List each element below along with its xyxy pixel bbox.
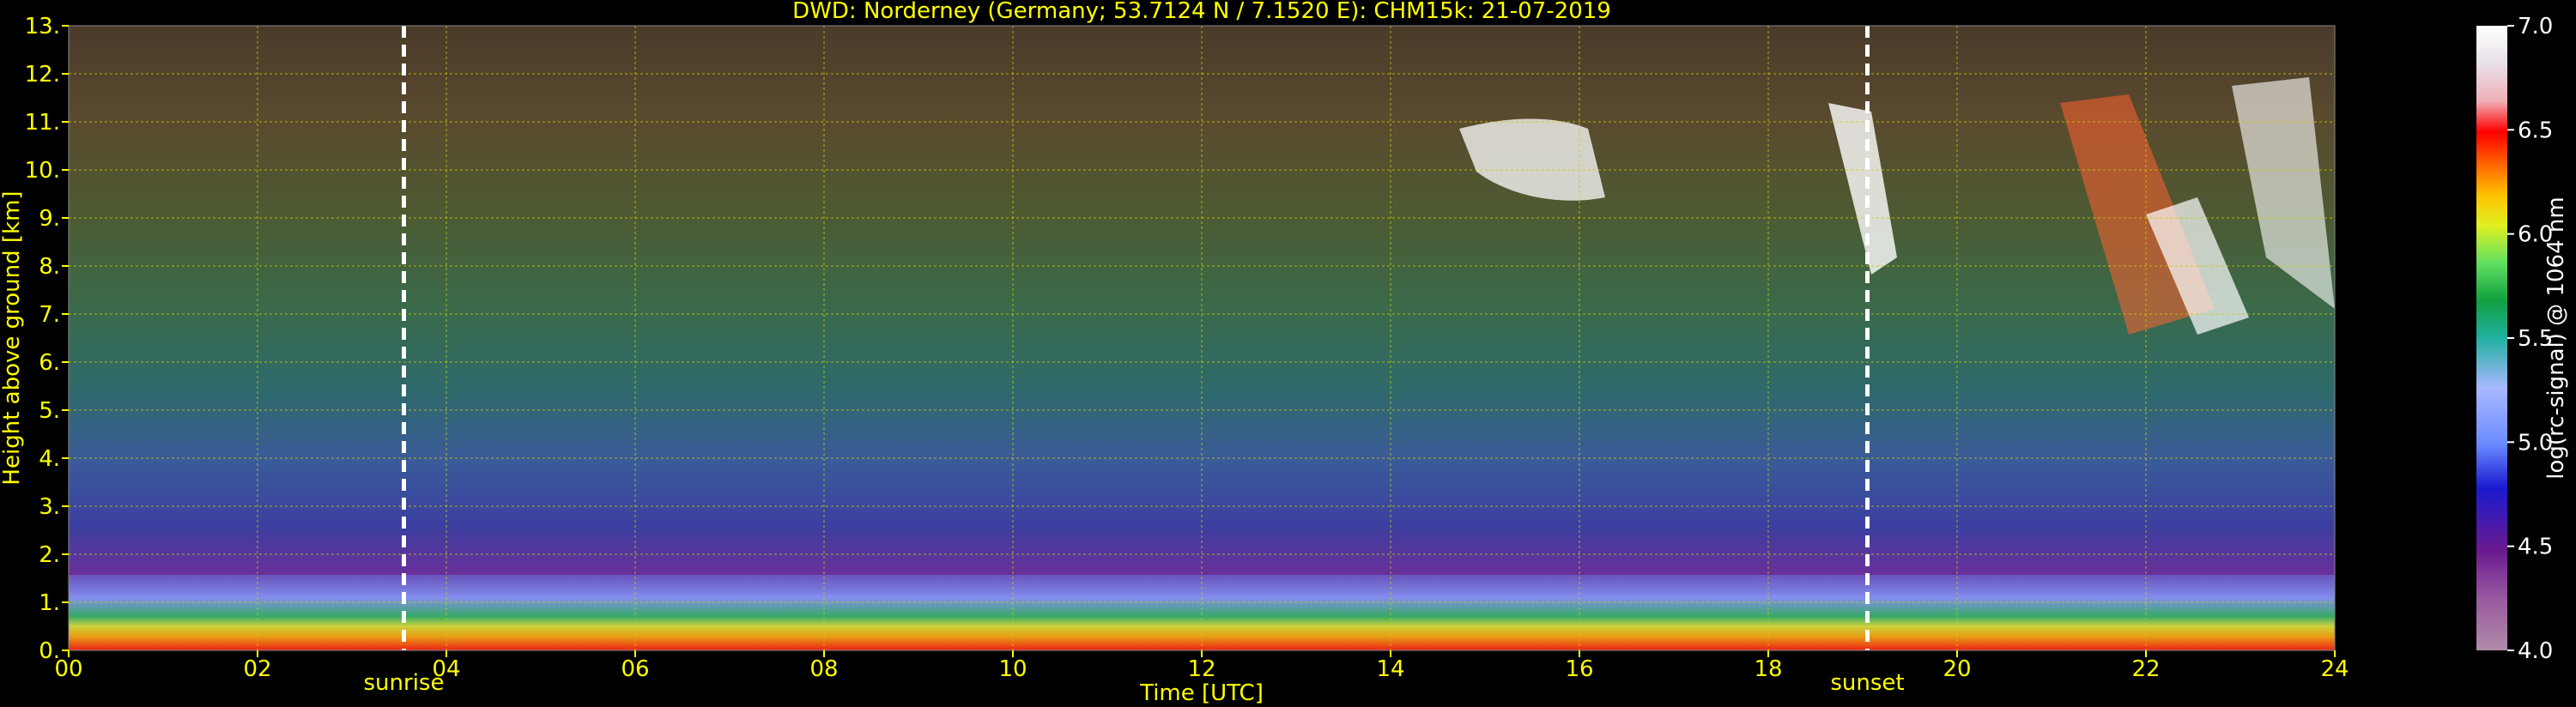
x-tick-label: 18 bbox=[1754, 656, 1782, 682]
y-tick-label: 10. bbox=[25, 158, 60, 184]
y-axis-label: Height above ground [km] bbox=[0, 190, 25, 485]
y-tick-label: 3. bbox=[39, 494, 60, 520]
colorbar bbox=[2476, 26, 2507, 650]
x-tick-label: 10 bbox=[998, 656, 1027, 682]
sunset-label: sunset bbox=[1830, 670, 1904, 696]
x-tick-label: 04 bbox=[432, 656, 460, 682]
colorbar-tick-label: 6.5 bbox=[2518, 118, 2553, 143]
y-tick-label: 1. bbox=[39, 590, 60, 616]
y-tick-label: 13. bbox=[25, 14, 60, 39]
y-tick-label: 4. bbox=[39, 446, 60, 472]
colorbar-tick-label: 7.0 bbox=[2518, 14, 2553, 39]
x-tick-label: 20 bbox=[1943, 656, 1971, 682]
chart-title: DWD: Norderney (Germany; 53.7124 N / 7.1… bbox=[792, 0, 1611, 24]
y-tick-label: 2. bbox=[39, 542, 60, 568]
y-tick-layer: 0. 1. 2. 3. 4. 5. 6. 7. 8. 9. 10. 11. 12. 13. bbox=[25, 14, 69, 664]
x-tick-label: 24 bbox=[2320, 656, 2349, 682]
x-tick-label: 02 bbox=[243, 656, 271, 682]
y-tick-label: 12. bbox=[25, 62, 60, 88]
x-tick-label: 22 bbox=[2131, 656, 2160, 682]
y-tick-label: 5. bbox=[39, 398, 60, 424]
x-tick-label: 08 bbox=[809, 656, 838, 682]
x-tick-label: 14 bbox=[1376, 656, 1404, 682]
colorbar-label: log(rc-signal) @ 1064 nm bbox=[2543, 196, 2569, 479]
y-tick-label: 8. bbox=[39, 254, 60, 280]
y-tick-label: 6. bbox=[39, 350, 60, 376]
y-tick-label: 0. bbox=[39, 638, 60, 664]
x-tick-label: 16 bbox=[1565, 656, 1593, 682]
y-tick-label: 11. bbox=[25, 110, 60, 136]
colorbar-tick-label: 4.5 bbox=[2518, 535, 2553, 560]
colorbar-tick-label: 4.0 bbox=[2518, 638, 2553, 664]
x-axis-label: Time [UTC] bbox=[1139, 680, 1264, 706]
ceilometer-chart: DWD: Norderney (Germany; 53.7124 N / 7.1… bbox=[0, 0, 2569, 706]
y-tick-label: 7. bbox=[39, 302, 60, 328]
y-tick-label: 9. bbox=[39, 206, 60, 232]
x-tick-label: 12 bbox=[1187, 656, 1215, 682]
x-tick-label: 06 bbox=[621, 656, 649, 682]
